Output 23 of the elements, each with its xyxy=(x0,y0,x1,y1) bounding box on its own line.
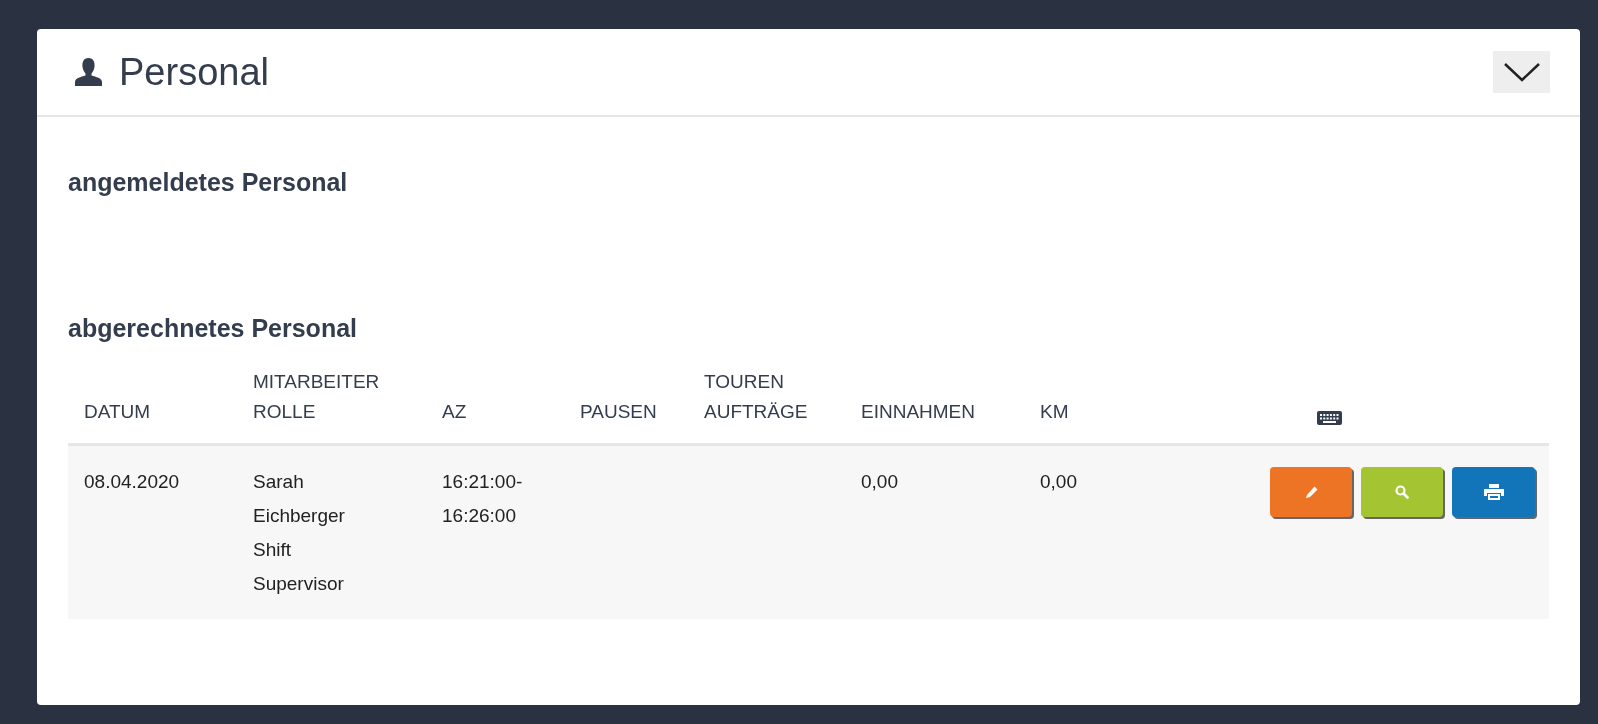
column-header: PAUSEN xyxy=(580,400,658,424)
column-header: AZ xyxy=(442,400,468,424)
table-cell-text: 16:21:00-16:26:00 xyxy=(442,470,524,528)
keyboard-icon xyxy=(1317,411,1342,425)
search-icon xyxy=(1395,485,1409,499)
panel-title: Personal xyxy=(119,49,269,95)
column-header: EINNAHMEN xyxy=(861,400,976,424)
table-cell: 0,00 xyxy=(1040,471,1077,492)
collapse-button[interactable] xyxy=(1493,51,1550,93)
chevron-icon xyxy=(1502,62,1541,82)
pencil-icon xyxy=(1304,485,1318,499)
printer-icon xyxy=(1483,484,1504,500)
column-header: TOUREN AUFTRÄGE xyxy=(704,370,809,424)
section-heading: abgerechnetes Personal xyxy=(68,312,358,344)
column-header: DATUM xyxy=(84,400,152,424)
section-heading: angemeldetes Personal xyxy=(68,167,349,198)
column-header: MITARBEITER ROLLE xyxy=(253,370,381,424)
table-cell: 0,00 xyxy=(861,471,898,492)
table-cell-text: Sarah Eichberger Shift Supervisor xyxy=(253,470,346,596)
column-header: KM xyxy=(1040,400,1070,424)
table-cell: 08.04.2020 xyxy=(84,471,180,492)
person-icon xyxy=(75,58,102,86)
print-button[interactable] xyxy=(1452,467,1535,517)
